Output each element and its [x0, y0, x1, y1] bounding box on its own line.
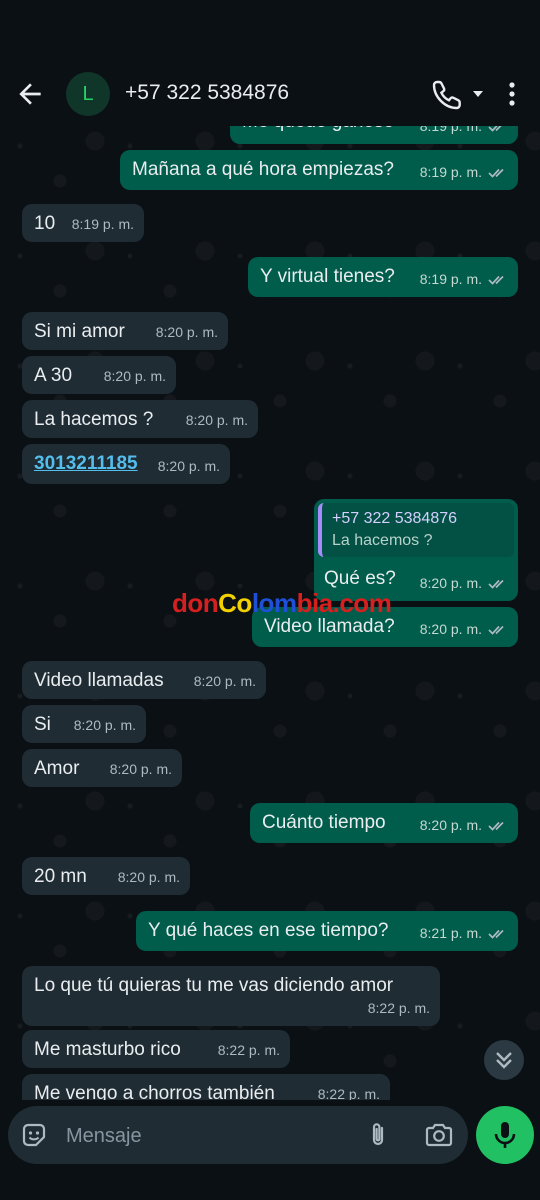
- message-bubble[interactable]: Cuánto tiempo 8:20 p. m.: [250, 803, 518, 843]
- phone-link[interactable]: 3013211185: [34, 452, 138, 476]
- navigation-bar: [0, 1170, 540, 1200]
- more-options-icon[interactable]: [500, 78, 524, 110]
- quoted-sender: +57 322 5384876: [332, 510, 458, 527]
- message-time: 8:20 p. m.: [109, 761, 172, 777]
- read-receipt-icon: [488, 169, 504, 179]
- message-time: 8:21 p. m.: [419, 925, 482, 941]
- message-bubble[interactable]: Amor 8:20 p. m.: [22, 749, 182, 787]
- message-text: Video llamadas: [34, 670, 164, 691]
- message-text: Si: [34, 714, 51, 735]
- message-time: 8:20 p. m.: [193, 673, 256, 689]
- message-time: 8:20 p. m.: [155, 324, 218, 340]
- message-bubble[interactable]: 3013211185 8:20 p. m.: [22, 444, 230, 484]
- message-bubble[interactable]: Si mi amor 8:20 p. m.: [22, 312, 228, 350]
- message-time: 8:20 p. m.: [103, 368, 166, 384]
- message-time: 8:20 p. m.: [419, 621, 482, 637]
- chat-area[interactable]: Me quedo ganoso 8:19 p. m. Mañana a qué …: [0, 126, 540, 1100]
- message-bubble[interactable]: 10 8:19 p. m.: [22, 204, 144, 242]
- message-text: Lo que tú quieras tu me vas diciendo amo…: [34, 975, 394, 996]
- read-receipt-icon: [488, 930, 504, 940]
- scroll-to-bottom-button[interactable]: [484, 1040, 524, 1080]
- message-text: Me quedo ganoso: [242, 126, 394, 134]
- message-bubble[interactable]: Me quedo ganoso 8:19 p. m.: [230, 126, 518, 144]
- compose-bar: [8, 1106, 468, 1164]
- contact-name[interactable]: +57 322 5384876: [125, 81, 289, 105]
- message-time: 8:20 p. m.: [419, 817, 482, 833]
- quoted-message[interactable]: +57 322 5384876 La hacemos ?: [318, 503, 514, 557]
- message-text: Y virtual tienes?: [260, 266, 395, 287]
- message-bubble[interactable]: La hacemos ? 8:20 p. m.: [22, 400, 258, 438]
- message-time: 8:20 p. m.: [157, 458, 220, 474]
- message-time: 8:20 p. m.: [419, 575, 482, 591]
- message-text: 20 mn: [34, 866, 87, 887]
- message-text: 10: [34, 213, 56, 234]
- message-bubble[interactable]: Si 8:20 p. m.: [22, 705, 146, 743]
- avatar[interactable]: L: [66, 72, 110, 116]
- message-text: Mañana a qué hora empiezas?: [132, 159, 394, 180]
- sticker-icon[interactable]: [20, 1121, 48, 1149]
- message-time: 8:22 p. m.: [367, 1000, 430, 1016]
- message-time: 8:20 p. m.: [117, 869, 180, 885]
- message-time: 8:20 p. m.: [185, 412, 248, 428]
- message-time: 8:20 p. m.: [73, 717, 136, 733]
- message-time: 8:22 p. m.: [217, 1042, 280, 1058]
- message-text: A 30: [34, 365, 73, 386]
- message-time: 8:19 p. m.: [71, 216, 134, 232]
- message-time: 8:19 p. m.: [419, 164, 482, 180]
- message-input[interactable]: [64, 1120, 348, 1152]
- message-bubble[interactable]: Y virtual tienes? 8:19 p. m.: [248, 257, 518, 297]
- message-text: La hacemos ?: [34, 409, 154, 430]
- read-receipt-icon: [488, 580, 504, 590]
- message-text: Amor: [34, 758, 80, 779]
- quoted-text: La hacemos ?: [332, 532, 433, 549]
- message-text: Si mi amor: [34, 321, 125, 342]
- voice-message-button[interactable]: [476, 1106, 534, 1164]
- back-arrow-icon[interactable]: [14, 78, 46, 110]
- status-bar: [0, 0, 540, 62]
- message-time: 8:19 p. m.: [419, 126, 482, 134]
- read-receipt-icon: [488, 626, 504, 636]
- message-time: 8:22 p. m.: [317, 1086, 380, 1100]
- read-receipt-icon: [488, 276, 504, 286]
- read-receipt-icon: [488, 822, 504, 832]
- camera-icon[interactable]: [424, 1121, 454, 1149]
- message-bubble[interactable]: Mañana a qué hora empiezas? 8:19 p. m.: [120, 150, 518, 190]
- message-bubble[interactable]: Me vengo a chorros también 8:22 p. m.: [22, 1074, 390, 1100]
- message-text: Y qué haces en ese tiempo?: [148, 920, 389, 941]
- message-time: 8:19 p. m.: [419, 271, 482, 287]
- message-bubble[interactable]: 20 mn 8:20 p. m.: [22, 857, 190, 895]
- read-receipt-icon: [488, 126, 502, 133]
- message-bubble[interactable]: Lo que tú quieras tu me vas diciendo amo…: [22, 966, 440, 1026]
- chat-header: L +57 322 5384876: [0, 62, 540, 126]
- voice-call-icon[interactable]: [432, 78, 492, 110]
- message-bubble[interactable]: +57 322 5384876 La hacemos ? Qué es? 8:2…: [314, 499, 518, 601]
- message-bubble[interactable]: Video llamadas 8:20 p. m.: [22, 661, 266, 699]
- message-text: Cuánto tiempo: [262, 812, 386, 833]
- microphone-icon: [494, 1122, 516, 1148]
- message-bubble[interactable]: Me masturbo rico 8:22 p. m.: [22, 1030, 290, 1068]
- message-bubble[interactable]: Y qué haces en ese tiempo? 8:21 p. m.: [136, 911, 518, 951]
- watermark: donColombia.com: [172, 588, 392, 618]
- message-text: Me vengo a chorros también: [34, 1083, 275, 1100]
- message-bubble[interactable]: A 30 8:20 p. m.: [22, 356, 176, 394]
- attach-icon[interactable]: [364, 1121, 392, 1149]
- message-text: Me masturbo rico: [34, 1039, 181, 1060]
- double-chevron-down-icon: [496, 1052, 512, 1069]
